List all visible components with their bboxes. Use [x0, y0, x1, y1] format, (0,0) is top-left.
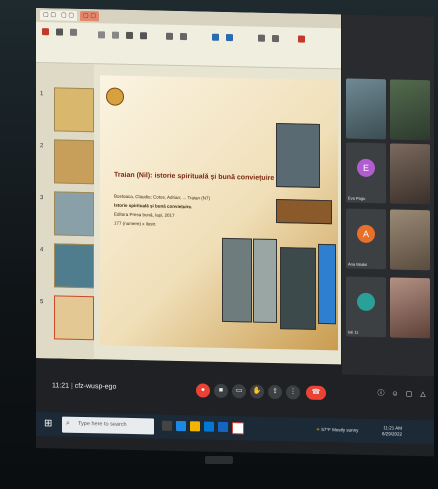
current-slide: Traian (Nil): istorie spirituală și bună…	[100, 75, 338, 351]
paste-icon[interactable]	[42, 28, 49, 36]
thumb-number: 2	[40, 143, 44, 150]
participant-video	[390, 79, 430, 141]
participant-tile[interactable]: E Eva Pagu	[346, 142, 386, 204]
meeting-time: 11:21	[52, 382, 69, 390]
books-stack	[276, 199, 332, 225]
arrange-icon[interactable]	[226, 33, 233, 42]
more-options-icon[interactable]: ⋮	[286, 385, 300, 400]
font-size-icon[interactable]	[112, 31, 119, 39]
slide-line: Editura Presa bună, Iași, 2017	[114, 211, 175, 218]
present-icon[interactable]: ⇪	[268, 384, 282, 400]
slide-line: Bostoaca, Claudiu; Cotos, Adrian; ... Tr…	[114, 193, 211, 201]
weather-widget[interactable]: ☀ 57°F Mostly sunny	[316, 427, 358, 434]
thumb-number: 3	[40, 195, 44, 202]
participants-panel: E Eva Pagu A Ana Madoi Ioli 11	[342, 14, 434, 387]
participant-tile[interactable]	[390, 209, 430, 271]
tab-2[interactable]: ▢ ▢	[58, 10, 78, 21]
presentation-window: ▢ ▢ ▢ ▢ ▢ ▢ 1 2 3 4 5 Traian (Nil): isto…	[36, 8, 341, 365]
participant-tile[interactable]: Ioli 11	[346, 276, 386, 338]
participant-video	[390, 277, 430, 339]
italic-icon[interactable]	[140, 32, 147, 40]
list-icon[interactable]	[180, 33, 187, 41]
slide-thumbnails: 1 2 3 4 5	[36, 63, 94, 360]
participant-avatar	[357, 292, 375, 312]
book-photo-top	[276, 123, 320, 188]
participant-tile[interactable]: A Ana Madoi	[346, 208, 386, 270]
design-icon[interactable]	[298, 35, 305, 43]
mic-off-icon[interactable]: ●	[196, 383, 210, 398]
slide-line: 177 (numere) x ilustr.	[114, 220, 157, 227]
slide-thumb-selected[interactable]	[54, 295, 94, 341]
find-icon[interactable]	[258, 34, 265, 42]
file-explorer-icon[interactable]	[190, 421, 200, 432]
participant-avatar: E	[357, 158, 375, 178]
info-icon[interactable]: ⓘ	[376, 389, 386, 399]
search-icon: ⌕	[66, 419, 70, 427]
book-cover-4	[318, 243, 336, 325]
participant-tile[interactable]	[390, 143, 430, 205]
shapes-icon[interactable]	[212, 33, 219, 41]
thumb-number: 5	[40, 299, 44, 306]
screen: ▢ ▢ ▢ ▢ ▢ ▢ 1 2 3 4 5 Traian (Nil): isto…	[36, 8, 434, 457]
participant-avatar: A	[357, 224, 375, 244]
sun-icon: ☀	[316, 426, 321, 432]
tab-3[interactable]: ▢ ▢	[80, 10, 100, 22]
store-icon[interactable]	[204, 421, 214, 432]
mail-icon[interactable]	[218, 421, 228, 433]
slide-thumb[interactable]	[54, 191, 94, 237]
thumb-number: 4	[40, 247, 44, 254]
align-icon[interactable]	[166, 32, 173, 40]
cut-icon[interactable]	[56, 28, 63, 36]
leave-call-icon[interactable]: ☎	[306, 385, 326, 401]
task-view-icon[interactable]	[162, 420, 172, 431]
book-cover-3	[280, 247, 316, 330]
participant-tile[interactable]	[390, 79, 430, 141]
participant-name: Eva Pagu	[348, 195, 366, 201]
participant-tile[interactable]	[390, 277, 430, 339]
participant-tile[interactable]	[346, 78, 386, 140]
participant-video	[346, 78, 386, 140]
slide-line: Istorie spirituală și bună conviețuire.	[114, 202, 193, 210]
bold-icon[interactable]	[126, 31, 133, 40]
participant-name: Ioli 11	[348, 329, 359, 335]
thumb-number: 1	[40, 91, 44, 98]
people-icon[interactable]: ☺	[390, 389, 400, 399]
copy-icon[interactable]	[70, 28, 77, 36]
slide-thumb[interactable]	[54, 87, 94, 133]
tab-1[interactable]: ▢ ▢	[40, 10, 60, 21]
taskbar-search[interactable]: ⌕ Type here to search	[62, 416, 154, 435]
book-cover-1	[222, 237, 252, 323]
captions-icon[interactable]: ▭	[232, 384, 246, 399]
clock-date: 6/29/2022	[382, 431, 403, 437]
windows-start-icon[interactable]: ⊞	[44, 418, 56, 430]
publisher-logo	[106, 87, 124, 106]
camera-icon[interactable]: ■	[214, 383, 228, 399]
participant-video	[390, 143, 430, 205]
chrome-icon[interactable]	[232, 422, 244, 435]
slide-title: Traian (Nil): istorie spirituală și bună…	[114, 171, 275, 182]
meeting-code: cfz-wusp-ego	[74, 382, 117, 391]
search-placeholder: Type here to search	[78, 420, 127, 428]
edge-icon[interactable]	[176, 420, 186, 432]
slide-thumb[interactable]	[54, 139, 94, 185]
participant-name: Ana Madoi	[348, 261, 368, 267]
taskbar-clock[interactable]: 11:21 AM 6/29/2022	[382, 425, 402, 437]
chat-icon[interactable]: ▢	[404, 390, 414, 400]
book-cover-2	[253, 238, 277, 324]
activities-icon[interactable]: △	[418, 390, 428, 400]
meeting-info: 11:21 | cfz-wusp-ego	[52, 382, 117, 391]
monitor-logo	[205, 456, 233, 464]
ribbon-toolbar	[36, 22, 341, 70]
font-icon[interactable]	[98, 31, 105, 39]
weather-text: 57°F Mostly sunny	[321, 426, 359, 433]
participant-video	[390, 209, 430, 271]
raise-hand-icon[interactable]: ✋	[250, 384, 264, 399]
slide-thumb[interactable]	[54, 243, 94, 289]
replace-icon[interactable]	[272, 34, 279, 43]
